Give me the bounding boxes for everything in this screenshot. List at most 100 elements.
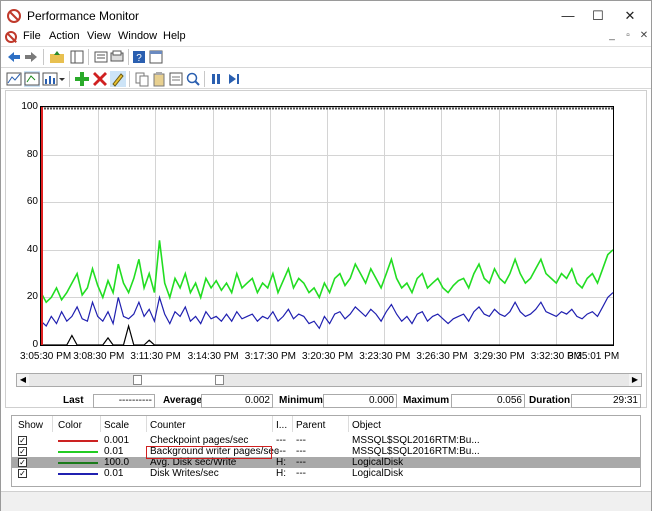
properties-icon[interactable] (93, 49, 109, 65)
average-value: 0.002 (201, 394, 273, 408)
toolbar-separator (43, 49, 44, 65)
counter-row-disk-writes[interactable]: ✓ 0.01 Disk Writes/sec H: --- LogicalDis… (12, 468, 640, 479)
update-data-icon[interactable] (226, 71, 242, 87)
menu-action[interactable]: Action (49, 30, 80, 42)
parent-cell: --- (296, 468, 306, 479)
forward-arrow-icon[interactable] (23, 49, 39, 65)
menu-view[interactable]: View (87, 30, 111, 42)
maximum-value: 0.056 (451, 394, 525, 408)
graph-properties-icon[interactable] (168, 71, 184, 87)
color-swatch (58, 440, 98, 442)
delete-counter-icon[interactable] (92, 71, 108, 87)
counter-row-checkpoint[interactable]: ✓ 0.001 Checkpoint pages/sec --- --- MSS… (12, 435, 640, 446)
time-scrollbar[interactable]: ◀ ▶ (16, 373, 642, 387)
back-arrow-icon[interactable] (6, 49, 22, 65)
help-icon[interactable]: ? (131, 49, 147, 65)
up-folder-icon[interactable] (49, 49, 65, 65)
view-current-activity-icon[interactable] (24, 71, 40, 87)
statistics-bar: Last ---------- Average 0.002 Minimum 0.… (5, 393, 647, 409)
toolbar-separator (129, 71, 130, 87)
mdi-restore-button[interactable]: ▫ (621, 30, 635, 44)
counter-highlight-box (146, 446, 272, 459)
header-separator (348, 416, 349, 432)
y-tick-label: 80 (26, 148, 38, 160)
counter-row-avg-disk-sec-write[interactable]: ✓ 100.0 Avg. Disk sec/Write H: --- Logic… (12, 457, 640, 468)
export-list-icon[interactable] (109, 49, 125, 65)
highlight-icon[interactable] (110, 71, 126, 87)
header-color[interactable]: Color (58, 420, 82, 431)
parent-cell: --- (296, 457, 306, 468)
menu-file[interactable]: File (23, 30, 41, 42)
time-range-end-handle[interactable] (215, 375, 224, 385)
freeze-display-icon[interactable] (208, 71, 224, 87)
console-toolbar: ? (1, 46, 651, 66)
show-checkbox[interactable]: ✓ (18, 458, 27, 467)
toolbar-separator (128, 49, 129, 65)
y-tick-label: 0 (32, 339, 38, 350)
instance-cell: H: (276, 457, 286, 468)
last-value: ---------- (93, 394, 155, 408)
show-hide-tree-icon[interactable] (69, 49, 85, 65)
toolbar-separator (88, 49, 89, 65)
instance-cell: H: (276, 468, 286, 479)
show-checkbox[interactable]: ✓ (18, 447, 27, 456)
add-counter-icon[interactable] (74, 71, 90, 87)
console-tree-icon[interactable] (148, 49, 164, 65)
scroll-left-icon[interactable]: ◀ (17, 374, 29, 386)
perfmon-menu-icon[interactable] (5, 31, 17, 43)
status-bar (1, 491, 651, 511)
y-tick-label: 100 (21, 101, 38, 112)
y-tick-label: 40 (26, 243, 38, 255)
scale-cell: 0.01 (104, 446, 124, 457)
scale-cell: 0.01 (104, 468, 124, 479)
show-checkbox[interactable]: ✓ (18, 469, 27, 478)
view-log-data-icon[interactable] (6, 71, 22, 87)
time-range-start-handle[interactable] (133, 375, 142, 385)
object-cell: LogicalDisk (352, 457, 404, 468)
counter-cell: Disk Writes/sec (150, 468, 219, 479)
header-counter[interactable]: Counter (150, 420, 186, 431)
copy-properties-icon[interactable] (134, 71, 150, 87)
toolbar-separator (204, 71, 205, 87)
header-separator (52, 416, 53, 432)
zoom-icon[interactable] (185, 71, 201, 87)
header-separator (146, 416, 147, 432)
header-instance[interactable]: I... (276, 420, 287, 431)
mdi-close-button[interactable]: ✕ (637, 30, 651, 44)
scale-cell: 0.001 (104, 435, 130, 446)
counter-list: Show Color Scale Counter I... Parent Obj… (11, 415, 641, 487)
dropdown-icon[interactable] (58, 71, 66, 87)
x-tick-label: 3:14:30 PM (187, 351, 239, 362)
title-bar: Performance Monitor — ☐ ✕ (1, 1, 651, 31)
counter-row-background-writer[interactable]: ✓ 0.01 Background writer pages/sec --- -… (12, 446, 640, 457)
header-scale[interactable]: Scale (104, 420, 129, 431)
color-swatch (58, 473, 98, 475)
minimize-button[interactable]: — (553, 5, 583, 27)
graph-panel: 100 80 60 40 20 0 3:05:30 PM 3:08:30 PM 3:11:30… (5, 90, 647, 408)
x-tick-label: 3:29:30 PM (473, 351, 525, 362)
time-range-selection[interactable] (138, 375, 222, 385)
object-cell: MSSQL$SQL2016RTM:Bu... (352, 435, 480, 446)
line-graph[interactable] (40, 106, 614, 346)
maximize-button[interactable]: ☐ (583, 5, 613, 27)
header-object[interactable]: Object (352, 420, 381, 431)
toolbar-separator (69, 71, 70, 87)
menu-help[interactable]: Help (163, 30, 186, 42)
color-swatch (58, 462, 98, 464)
header-show[interactable]: Show (18, 420, 43, 431)
performance-monitor-window: Performance Monitor — ☐ ✕ File Action Vi… (0, 0, 652, 511)
mdi-minimize-button[interactable]: _ (605, 30, 619, 44)
x-tick-label: 3:11:30 PM (130, 351, 181, 362)
paste-counter-list-icon[interactable] (151, 71, 167, 87)
perfmon-app-icon (7, 9, 21, 23)
svg-text:?: ? (136, 53, 142, 64)
window-title: Performance Monitor (27, 9, 140, 23)
header-parent[interactable]: Parent (296, 420, 325, 431)
show-checkbox[interactable]: ✓ (18, 436, 27, 445)
close-button[interactable]: ✕ (615, 5, 645, 27)
scroll-right-icon[interactable]: ▶ (629, 374, 641, 386)
x-tick-label: 3:08:30 PM (73, 351, 125, 362)
menu-window[interactable]: Window (118, 30, 157, 42)
change-graph-type-icon[interactable] (42, 71, 58, 87)
object-cell: MSSQL$SQL2016RTM:Bu... (352, 446, 480, 457)
